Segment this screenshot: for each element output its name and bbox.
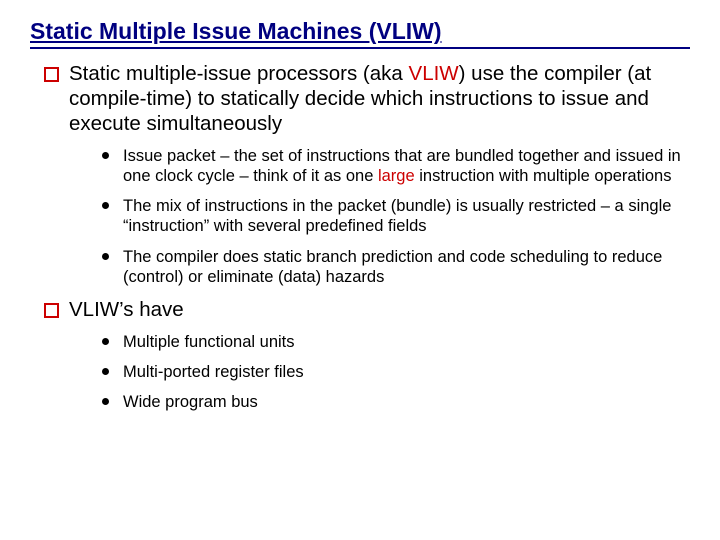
sub-text: The compiler does static branch predicti…: [123, 247, 690, 287]
dot-bullet-icon: [102, 202, 109, 209]
list-item: Issue packet – the set of instructions t…: [102, 146, 690, 186]
dot-bullet-icon: [102, 338, 109, 345]
list-item: Wide program bus: [102, 392, 690, 412]
dot-bullet-icon: [102, 253, 109, 260]
section-2-sublist: Multiple functional units Multi-ported r…: [102, 332, 690, 412]
sub-text: Wide program bus: [123, 392, 258, 412]
section-2-text: VLIW’s have: [69, 297, 184, 322]
list-item: The compiler does static branch predicti…: [102, 247, 690, 287]
b1-0-post: instruction with multiple operations: [415, 167, 672, 185]
dot-bullet-icon: [102, 152, 109, 159]
sub-text: Multi-ported register files: [123, 362, 304, 382]
dot-bullet-icon: [102, 398, 109, 405]
slide-title: Static Multiple Issue Machines (VLIW): [30, 18, 690, 49]
section-2: VLIW’s have Multiple functional units Mu…: [44, 297, 690, 412]
sub-text: The mix of instructions in the packet (b…: [123, 196, 690, 236]
section-1: Static multiple-issue processors (aka VL…: [44, 61, 690, 287]
list-item: Multi-ported register files: [102, 362, 690, 382]
sub-text: Issue packet – the set of instructions t…: [123, 146, 690, 186]
list-item: Multiple functional units: [102, 332, 690, 352]
section-1-red: VLIW: [409, 62, 459, 85]
list-item: The mix of instructions in the packet (b…: [102, 196, 690, 236]
section-1-pre: Static multiple-issue processors (aka: [69, 62, 409, 85]
b1-0-red: large: [378, 167, 415, 185]
section-1-sublist: Issue packet – the set of instructions t…: [102, 146, 690, 287]
square-bullet-icon: [44, 303, 59, 318]
dot-bullet-icon: [102, 368, 109, 375]
slide: Static Multiple Issue Machines (VLIW) St…: [0, 0, 720, 442]
section-1-text: Static multiple-issue processors (aka VL…: [69, 61, 690, 136]
sub-text: Multiple functional units: [123, 332, 295, 352]
square-bullet-icon: [44, 67, 59, 82]
